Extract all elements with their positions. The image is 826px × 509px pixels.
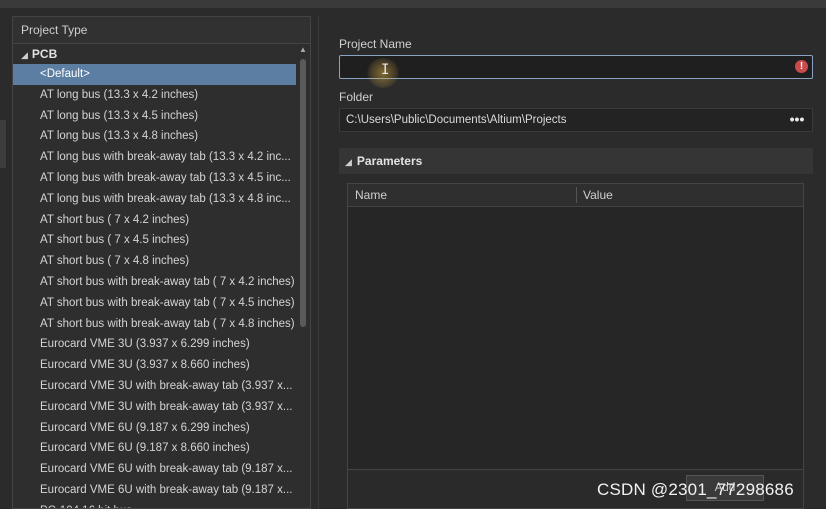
scroll-thumb[interactable] xyxy=(300,59,306,327)
parameters-section-header[interactable]: ◢ Parameters xyxy=(339,148,813,174)
collapse-triangle-icon[interactable]: ◢ xyxy=(345,157,352,167)
list-item[interactable]: Eurocard VME 3U with break-away tab (3.9… xyxy=(13,376,296,397)
text-cursor-icon: I xyxy=(381,62,390,78)
list-item[interactable]: Eurocard VME 6U (9.187 x 6.299 inches) xyxy=(13,418,296,439)
list-item[interactable]: PC-104 16 bit bus xyxy=(13,501,296,508)
list-item[interactable]: AT short bus with break-away tab ( 7 x 4… xyxy=(13,272,296,293)
folder-field[interactable]: C:\Users\Public\Documents\Altium\Project… xyxy=(339,108,813,132)
list-item[interactable]: Eurocard VME 6U with break-away tab (9.1… xyxy=(13,480,296,501)
list-item[interactable]: AT long bus (13.3 x 4.8 inches) xyxy=(13,126,296,147)
column-separator[interactable] xyxy=(576,187,577,203)
scroll-up-arrow-icon[interactable]: ▲ xyxy=(299,45,307,54)
list-item[interactable]: AT short bus ( 7 x 4.2 inches) xyxy=(13,210,296,231)
watermark: CSDN @2301_77298686 xyxy=(597,480,794,499)
collapse-triangle-icon[interactable]: ◢ xyxy=(21,45,28,65)
group-pcb[interactable]: ◢ PCB xyxy=(13,44,310,64)
project-name-label: Project Name xyxy=(339,37,412,51)
project-type-list: <Default> AT long bus (13.3 x 4.2 inches)… xyxy=(13,64,296,508)
left-edge-tab xyxy=(0,120,6,168)
list-item[interactable]: Eurocard VME 3U with break-away tab (3.9… xyxy=(13,397,296,418)
folder-label: Folder xyxy=(339,90,374,104)
list-item-selected[interactable]: <Default> xyxy=(13,64,296,85)
panel-divider[interactable] xyxy=(318,16,319,509)
group-pcb-label: PCB xyxy=(31,47,58,61)
error-icon: ! xyxy=(795,60,808,73)
project-type-header: Project Type xyxy=(13,17,310,44)
list-item[interactable]: AT short bus ( 7 x 4.5 inches) xyxy=(13,230,296,251)
list-item[interactable]: AT short bus with break-away tab ( 7 x 4… xyxy=(13,314,296,335)
list-item[interactable]: Eurocard VME 3U (3.937 x 8.660 inches) xyxy=(13,355,296,376)
scrollbar[interactable]: ▲ xyxy=(298,45,308,505)
top-strip xyxy=(0,0,826,8)
list-item[interactable]: Eurocard VME 3U (3.937 x 6.299 inches) xyxy=(13,334,296,355)
list-item[interactable]: AT long bus (13.3 x 4.2 inches) xyxy=(13,85,296,106)
list-item[interactable]: AT long bus with break-away tab (13.3 x … xyxy=(13,189,296,210)
list-item[interactable]: Eurocard VME 6U with break-away tab (9.1… xyxy=(13,459,296,480)
browse-folder-button[interactable]: ••• xyxy=(786,110,808,130)
project-name-input[interactable] xyxy=(339,55,813,79)
parameters-grid: Name Value Add xyxy=(347,183,804,509)
parameters-label: Parameters xyxy=(356,154,423,168)
list-item[interactable]: AT long bus with break-away tab (13.3 x … xyxy=(13,147,296,168)
column-header-name[interactable]: Name xyxy=(355,184,387,206)
column-header-value[interactable]: Value xyxy=(583,184,613,206)
grid-header: Name Value xyxy=(348,184,803,207)
list-item[interactable]: Eurocard VME 6U (9.187 x 8.660 inches) xyxy=(13,438,296,459)
project-type-panel: Project Type ◢ PCB <Default> AT long bus (… xyxy=(12,16,311,509)
list-item[interactable]: AT short bus ( 7 x 4.8 inches) xyxy=(13,251,296,272)
list-item[interactable]: AT long bus (13.3 x 4.5 inches) xyxy=(13,106,296,127)
list-item[interactable]: AT long bus with break-away tab (13.3 x … xyxy=(13,168,296,189)
list-item[interactable]: AT short bus with break-away tab ( 7 x 4… xyxy=(13,293,296,314)
